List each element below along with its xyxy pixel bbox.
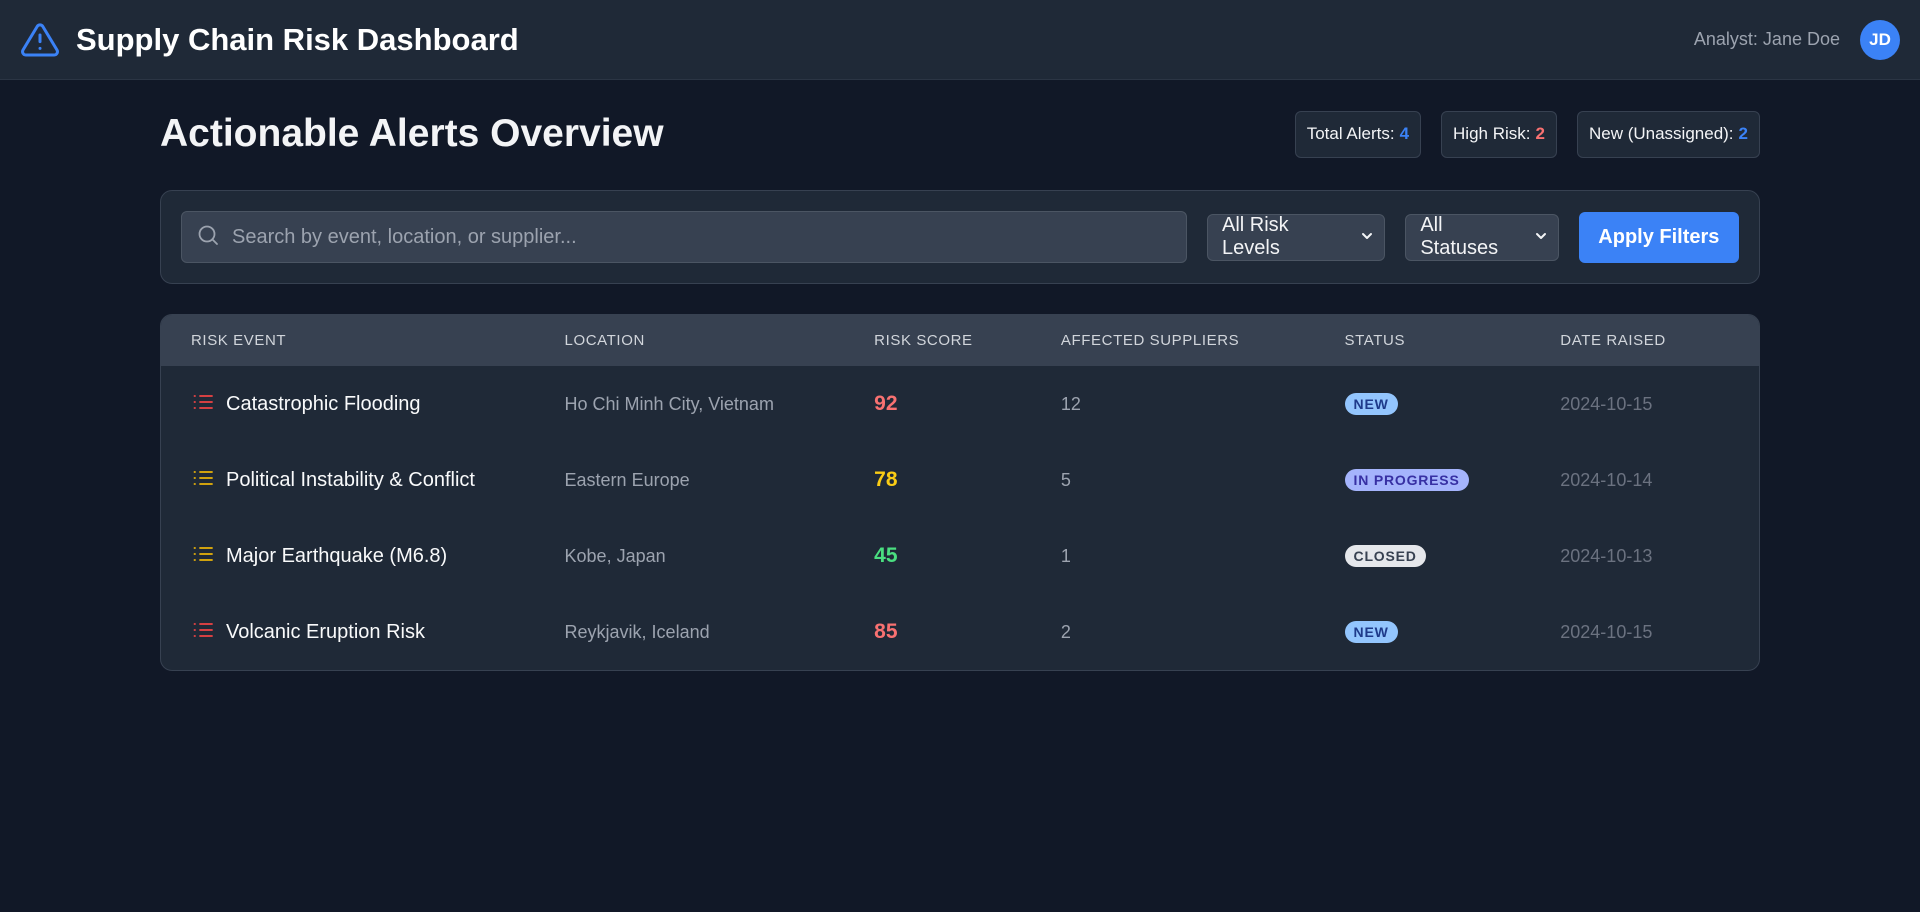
status-cell: NEW xyxy=(1344,393,1561,415)
affected-suppliers-cell: 2 xyxy=(1060,621,1071,642)
avatar[interactable]: JD xyxy=(1860,19,1900,60)
chevron-down-icon xyxy=(1534,226,1548,249)
stat-label: New (Unassigned): xyxy=(1588,124,1734,143)
risk-event-cell: Major Earthquake (M6.8) xyxy=(161,542,565,571)
column-header-risk-event[interactable]: RISK EVENT xyxy=(161,332,565,349)
page-title: Actionable Alerts Overview xyxy=(160,112,664,155)
search-input[interactable] xyxy=(232,225,1172,249)
search-box[interactable] xyxy=(181,211,1187,263)
table-row[interactable]: Major Earthquake (M6.8) Kobe, Japan 45 1… xyxy=(161,518,1759,594)
date-raised-cell: 2024-10-15 xyxy=(1560,621,1653,642)
brand: Supply Chain Risk Dashboard xyxy=(20,20,519,60)
stats-summary: Total Alerts: 4 High Risk: 2 New (Unassi… xyxy=(1294,110,1760,158)
table-row[interactable]: Political Instability & Conflict Eastern… xyxy=(161,442,1759,518)
apply-filters-button[interactable]: Apply Filters xyxy=(1578,211,1739,263)
stat-new-unassigned: New (Unassigned): 2 xyxy=(1576,110,1760,158)
risk-event-cell: Catastrophic Flooding xyxy=(161,390,565,419)
stat-label: High Risk: xyxy=(1453,124,1531,143)
search-icon xyxy=(196,223,220,252)
app-title: Supply Chain Risk Dashboard xyxy=(76,21,519,57)
stat-high-risk: High Risk: 2 xyxy=(1441,110,1557,158)
status-cell: IN PROGRESS xyxy=(1344,469,1561,491)
column-header-date-raised[interactable]: DATE RAISED xyxy=(1560,332,1759,349)
column-header-status[interactable]: STATUS xyxy=(1345,332,1561,349)
location-cell: Ho Chi Minh City, Vietnam xyxy=(564,393,774,414)
stat-value: 2 xyxy=(1535,124,1545,143)
risk-event-name[interactable]: Catastrophic Flooding xyxy=(226,393,421,416)
status-badge: CLOSED xyxy=(1344,545,1426,567)
status-badge: IN PROGRESS xyxy=(1344,469,1469,491)
list-icon xyxy=(191,542,215,571)
status-cell: CLOSED xyxy=(1344,545,1561,567)
date-raised-cell: 2024-10-15 xyxy=(1560,393,1653,414)
stat-total-alerts: Total Alerts: 4 xyxy=(1294,110,1422,158)
location-cell: Eastern Europe xyxy=(564,469,690,490)
risk-score-cell: 78 xyxy=(874,468,898,491)
risk-level-selected: All Risk Levels xyxy=(1222,214,1289,259)
location-cell: Reykjavik, Iceland xyxy=(564,621,710,642)
page-header: Actionable Alerts Overview Total Alerts:… xyxy=(160,108,1760,160)
affected-suppliers-cell: 5 xyxy=(1060,469,1071,490)
status-badge: NEW xyxy=(1344,393,1398,415)
risk-score-cell: 92 xyxy=(874,392,898,415)
affected-suppliers-cell: 12 xyxy=(1060,393,1081,414)
top-bar: Supply Chain Risk Dashboard Analyst: Jan… xyxy=(0,0,1920,80)
risk-score-cell: 45 xyxy=(874,544,898,567)
list-icon xyxy=(191,390,215,419)
warning-triangle-icon xyxy=(20,20,60,60)
table-row[interactable]: Catastrophic Flooding Ho Chi Minh City, … xyxy=(161,366,1759,442)
table-row[interactable]: Volcanic Eruption Risk Reykjavik, Icelan… xyxy=(161,594,1759,670)
stat-value: 2 xyxy=(1738,124,1748,143)
status-selected: All Statuses xyxy=(1420,214,1499,259)
stat-label: Total Alerts: xyxy=(1306,124,1395,143)
date-raised-cell: 2024-10-13 xyxy=(1560,545,1653,566)
location-cell: Kobe, Japan xyxy=(564,545,666,566)
affected-suppliers-cell: 1 xyxy=(1060,545,1071,566)
status-select[interactable]: All Statuses xyxy=(1405,213,1559,261)
risk-event-name[interactable]: Political Instability & Conflict xyxy=(226,469,475,492)
user-info: Analyst: Jane Doe JD xyxy=(1693,19,1900,60)
alerts-table: RISK EVENT LOCATION RISK SCORE AFFECTED … xyxy=(160,314,1760,671)
risk-event-name[interactable]: Volcanic Eruption Risk xyxy=(226,621,425,644)
stat-value: 4 xyxy=(1399,124,1410,143)
risk-level-select[interactable]: All Risk Levels xyxy=(1207,213,1386,261)
column-header-location[interactable]: LOCATION xyxy=(565,332,875,349)
risk-event-cell: Volcanic Eruption Risk xyxy=(161,618,565,647)
date-raised-cell: 2024-10-14 xyxy=(1560,469,1653,490)
risk-event-name[interactable]: Major Earthquake (M6.8) xyxy=(226,545,447,568)
filter-bar: All Risk Levels All Statuses Apply Filte… xyxy=(160,190,1760,284)
list-icon xyxy=(191,618,215,647)
risk-event-cell: Political Instability & Conflict xyxy=(161,466,565,495)
table-header: RISK EVENT LOCATION RISK SCORE AFFECTED … xyxy=(161,315,1759,366)
risk-score-cell: 85 xyxy=(874,620,898,643)
main-content: Actionable Alerts Overview Total Alerts:… xyxy=(160,80,1760,671)
column-header-risk-score[interactable]: RISK SCORE xyxy=(874,332,1061,349)
status-badge: NEW xyxy=(1344,621,1398,643)
chevron-down-icon xyxy=(1360,226,1374,249)
column-header-affected-suppliers[interactable]: AFFECTED SUPPLIERS xyxy=(1061,332,1345,349)
analyst-name: Analyst: Jane Doe xyxy=(1693,29,1840,49)
list-icon xyxy=(191,466,215,495)
status-cell: NEW xyxy=(1344,621,1561,643)
